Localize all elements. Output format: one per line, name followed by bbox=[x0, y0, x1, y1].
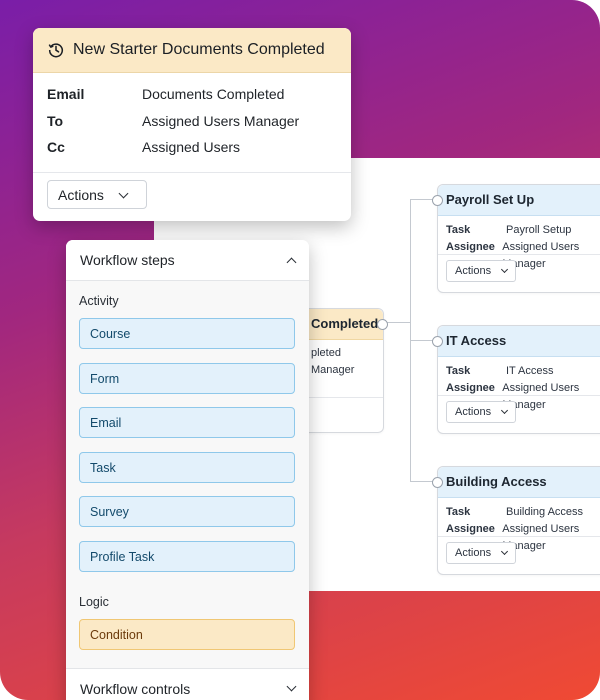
row-value: Assigned Users Manager bbox=[142, 112, 300, 129]
actions-label: Actions bbox=[455, 406, 492, 418]
history-icon bbox=[48, 43, 64, 58]
row-label: Email bbox=[47, 86, 85, 103]
step-condition[interactable]: Condition bbox=[79, 619, 295, 650]
row-label: Cc bbox=[47, 139, 65, 156]
task-label: Task bbox=[446, 224, 471, 236]
task-node-title: IT Access bbox=[438, 326, 600, 357]
workflow-steps-panel: Workflow steps Activity Course Form Emai… bbox=[66, 240, 309, 700]
email-step-card[interactable]: New Starter Documents Completed Email Do… bbox=[33, 28, 351, 221]
connector-trigger-out bbox=[386, 322, 410, 323]
row-value: Assigned Users bbox=[142, 139, 241, 156]
actions-button[interactable]: Actions bbox=[446, 401, 517, 423]
actions-label: Actions bbox=[455, 547, 492, 559]
logic-section-label: Logic bbox=[79, 595, 109, 609]
task-node-task-row: Task Payroll Setup bbox=[438, 222, 600, 239]
workflow-steps-title: Workflow steps bbox=[80, 252, 175, 268]
task-label: Task bbox=[446, 365, 471, 377]
output-port[interactable] bbox=[377, 319, 388, 330]
task-node-title: Payroll Set Up bbox=[438, 185, 600, 216]
input-port[interactable] bbox=[432, 195, 443, 206]
actions-button[interactable]: Actions bbox=[47, 180, 147, 209]
to-row: To Assigned Users Manager bbox=[33, 108, 351, 135]
task-label: Task bbox=[446, 506, 471, 518]
workflow-controls-header[interactable]: Workflow controls bbox=[66, 668, 309, 700]
cc-row: Cc Assigned Users bbox=[33, 134, 351, 161]
divider bbox=[438, 536, 600, 537]
divider bbox=[33, 171, 351, 173]
workflow-steps-header[interactable]: Workflow steps bbox=[66, 240, 309, 281]
task-node-building-access[interactable]: Building Access Task Building Access Ass… bbox=[432, 466, 600, 575]
input-port[interactable] bbox=[432, 477, 443, 488]
task-node-task-row: Task Building Access bbox=[438, 504, 600, 521]
step-form[interactable]: Form bbox=[79, 363, 295, 394]
chevron-down-icon bbox=[501, 406, 509, 415]
row-label: To bbox=[47, 112, 64, 129]
email-step-card-title: New Starter Documents Completed bbox=[73, 41, 325, 58]
chevron-down-icon bbox=[501, 265, 509, 274]
workflow-controls-title: Workflow controls bbox=[80, 681, 191, 697]
step-profile-task[interactable]: Profile Task bbox=[79, 541, 295, 572]
actions-label: Actions bbox=[58, 186, 104, 203]
task-node-task-row: Task IT Access bbox=[438, 363, 600, 380]
activity-section-label: Activity bbox=[79, 294, 119, 308]
row-value: Documents Completed bbox=[142, 86, 285, 103]
chevron-down-icon bbox=[501, 547, 509, 556]
actions-button[interactable]: Actions bbox=[446, 542, 517, 564]
step-email[interactable]: Email bbox=[79, 407, 295, 438]
task-node-it-access[interactable]: IT Access Task IT Access Assignee Assign… bbox=[432, 325, 600, 434]
email-row: Email Documents Completed bbox=[33, 81, 351, 108]
background-stage: Completed pleted Manager Payroll Set Up … bbox=[0, 0, 600, 700]
divider bbox=[438, 395, 600, 396]
task-value: IT Access bbox=[506, 365, 554, 377]
task-node-title: Building Access bbox=[438, 467, 600, 498]
step-task[interactable]: Task bbox=[79, 452, 295, 483]
chevron-down-icon bbox=[118, 188, 129, 198]
step-survey[interactable]: Survey bbox=[79, 496, 295, 527]
task-value: Building Access bbox=[506, 506, 584, 518]
task-node-payroll[interactable]: Payroll Set Up Task Payroll Setup Assign… bbox=[432, 184, 600, 293]
actions-button[interactable]: Actions bbox=[446, 260, 517, 282]
step-course[interactable]: Course bbox=[79, 318, 295, 349]
chevron-up-icon[interactable] bbox=[286, 257, 297, 267]
email-step-card-header: New Starter Documents Completed bbox=[33, 28, 351, 73]
divider bbox=[438, 254, 600, 255]
actions-label: Actions bbox=[455, 265, 492, 277]
input-port[interactable] bbox=[432, 336, 443, 347]
task-value: Payroll Setup bbox=[506, 224, 572, 236]
chevron-down-icon[interactable] bbox=[286, 681, 297, 692]
